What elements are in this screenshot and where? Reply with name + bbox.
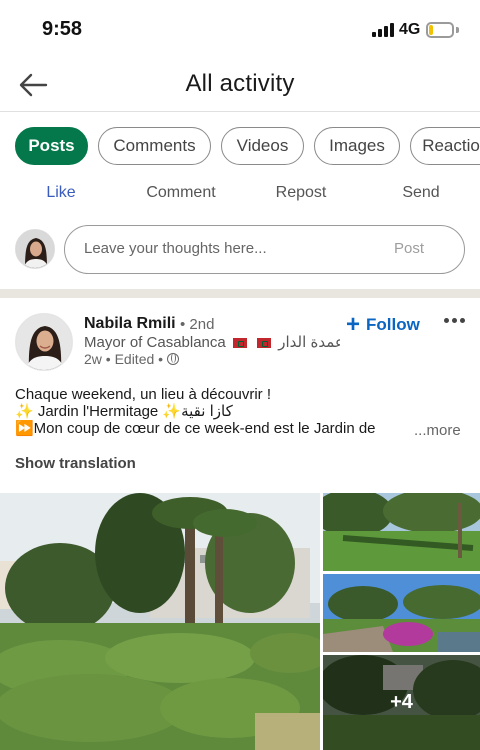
like-button[interactable]: Like xyxy=(30,176,92,210)
tab-images[interactable]: Images xyxy=(314,127,400,165)
post-image-thumbnail[interactable] xyxy=(323,493,480,571)
post-meta: 2w • Edited • xyxy=(84,351,180,367)
status-bar: 9:58 4G xyxy=(0,0,480,60)
post-time: 2w • Edited • xyxy=(84,351,164,367)
comment-button[interactable]: Comment xyxy=(138,176,224,210)
page-header: All activity xyxy=(0,60,480,112)
send-label: Send xyxy=(402,184,440,201)
author-name[interactable]: Nabila Rmili xyxy=(84,315,176,333)
send-button[interactable]: Send xyxy=(392,176,450,210)
like-label: Like xyxy=(46,184,76,201)
post-text: Chaque weekend, un lieu à découvrir ! ✨ … xyxy=(15,386,470,437)
follow-label: Follow xyxy=(366,315,420,334)
status-time: 9:58 xyxy=(42,18,83,40)
comment-placeholder: Leave your thoughts here... xyxy=(84,240,267,257)
post-comment-button[interactable]: Post xyxy=(394,240,424,257)
comment-composer: Leave your thoughts here... Post xyxy=(0,220,480,284)
signal-icon xyxy=(372,23,394,37)
post-image-thumbnail[interactable]: +4 xyxy=(323,655,480,750)
page-title: All activity xyxy=(185,70,295,97)
post-image-main[interactable] xyxy=(0,493,320,750)
repost-button[interactable]: Repost xyxy=(266,176,336,210)
post-action-bar: Like Comment Repost Send xyxy=(0,176,480,210)
post-header: Nabila Rmili • 2nd Mayor of Casablanca ع… xyxy=(0,298,480,378)
globe-icon xyxy=(167,353,180,365)
post-text-line: ✨ Jardin l'Hermitage ✨كازا نقية xyxy=(15,403,233,420)
battery-tip xyxy=(456,27,459,33)
headline-arabic: عمدة الدار... xyxy=(278,334,340,351)
more-photos-overlay: +4 xyxy=(323,655,480,750)
comment-input[interactable]: Leave your thoughts here... Post xyxy=(64,225,465,274)
section-divider xyxy=(0,289,480,298)
show-translation-link[interactable]: Show translation xyxy=(15,455,136,472)
post-image-thumbnail[interactable] xyxy=(323,574,480,652)
connection-degree: • 2nd xyxy=(180,316,215,333)
tab-videos[interactable]: Videos xyxy=(221,127,304,165)
tab-posts[interactable]: Posts xyxy=(15,127,88,165)
author-headline: Mayor of Casablanca عمدة الدار... xyxy=(84,333,340,351)
see-more-link[interactable]: ...more xyxy=(410,422,461,439)
tab-reactions[interactable]: Reactions xyxy=(410,127,480,165)
battery-icon xyxy=(426,22,454,38)
post-text-line: Chaque weekend, un lieu à découvrir ! xyxy=(15,386,271,403)
post-text-line: ⏩Mon coup de cœur de ce week-end est le … xyxy=(15,420,376,437)
repost-label: Repost xyxy=(275,184,327,201)
network-label: 4G xyxy=(399,21,421,38)
more-options-icon[interactable] xyxy=(444,318,466,326)
follow-button[interactable]: + Follow xyxy=(346,311,420,338)
filter-tabs: Posts Comments Videos Images Reactions xyxy=(0,112,480,176)
headline-text: Mayor of Casablanca xyxy=(84,334,226,351)
tab-comments[interactable]: Comments xyxy=(98,127,211,165)
morocco-flag-icon xyxy=(232,338,247,349)
plus-icon: + xyxy=(346,311,361,338)
avatar[interactable] xyxy=(15,313,73,371)
morocco-flag-icon xyxy=(257,338,272,349)
avatar xyxy=(15,229,55,269)
comment-label: Comment xyxy=(146,184,216,201)
